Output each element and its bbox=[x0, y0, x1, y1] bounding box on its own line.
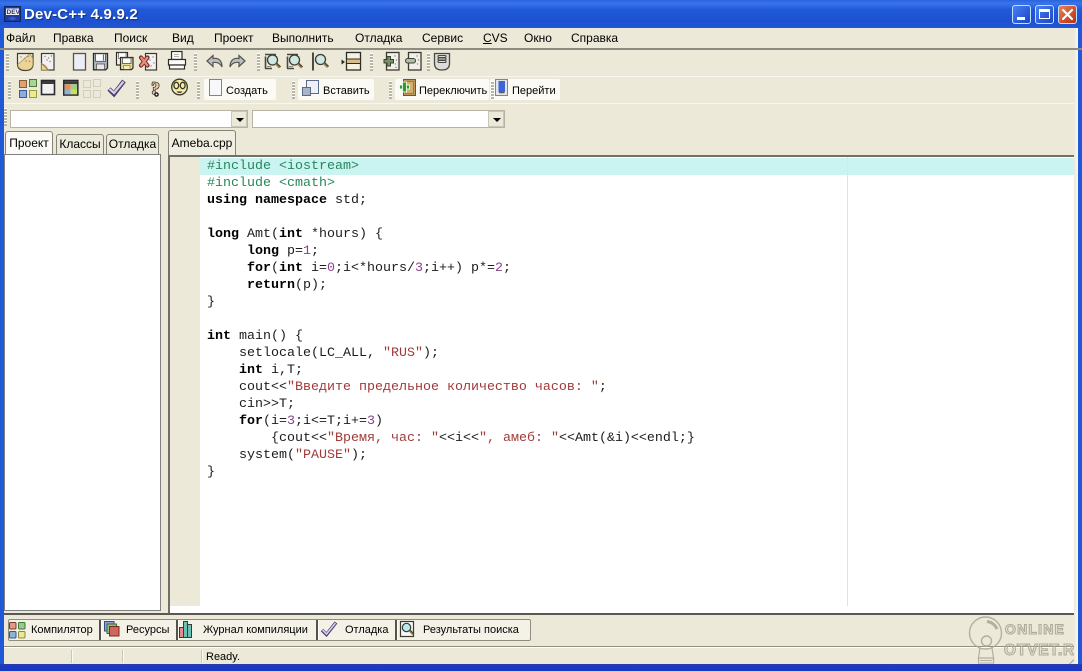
svg-text:DEV: DEV bbox=[7, 9, 21, 16]
